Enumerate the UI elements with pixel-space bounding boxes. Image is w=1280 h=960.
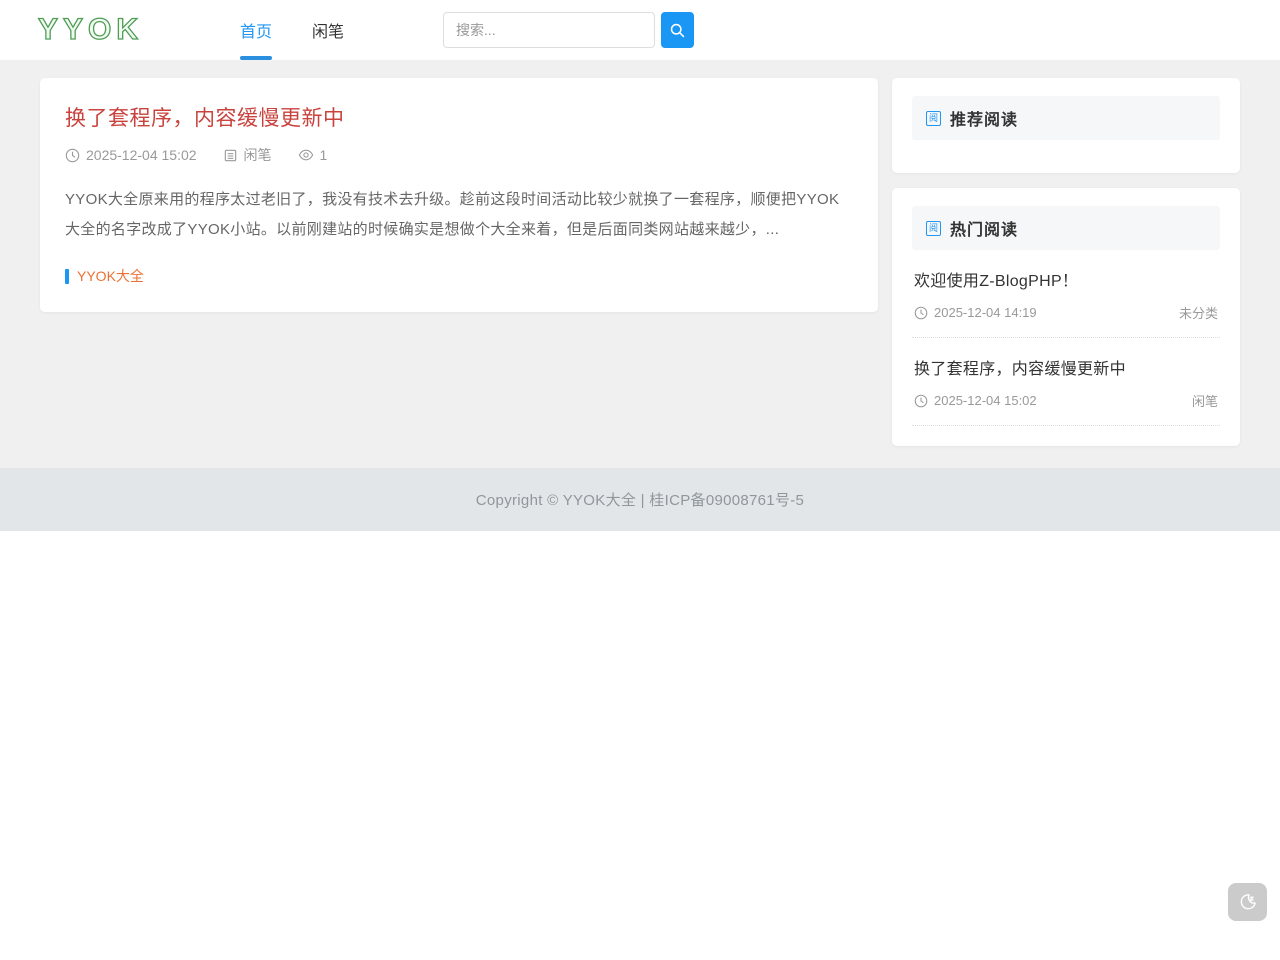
hot-item-meta: 2025-12-04 15:02 闲笔 — [914, 391, 1218, 410]
post-card: 换了套程序，内容缓慢更新中 2025-12-04 15:02 — [40, 78, 878, 312]
post-category[interactable]: 闲笔 — [244, 145, 272, 165]
search-bar — [443, 12, 694, 48]
recommended-title: 推荐阅读 — [950, 106, 1018, 130]
hot-item-date: 2025-12-04 14:19 — [934, 305, 1037, 320]
post-date: 2025-12-04 15:02 — [86, 147, 197, 163]
post-excerpt: YYOK大全原来用的程序太过老旧了，我没有技术去升级。趁前这段时间活动比较少就换… — [65, 185, 853, 245]
site-header: YYOK 首页 闲笔 — [0, 0, 1280, 60]
sidebar: 阅 推荐阅读 阅 热门阅读 欢迎使用Z-BlogPHP！ — [892, 78, 1240, 446]
post-tags: YYOK大全 — [65, 266, 853, 286]
hot-list-item[interactable]: 换了套程序，内容缓慢更新中 2025-12-04 15:02 闲笔 — [912, 338, 1220, 426]
site-logo[interactable]: YYOK — [38, 13, 143, 47]
hot-card: 阅 热门阅读 欢迎使用Z-BlogPHP！ 2025-12-04 14:19 — [892, 188, 1240, 446]
post-title[interactable]: 换了套程序，内容缓慢更新中 — [65, 102, 853, 132]
tag-bar — [65, 269, 69, 284]
hot-header: 阅 热门阅读 — [912, 206, 1220, 250]
page-body: 换了套程序，内容缓慢更新中 2025-12-04 15:02 — [0, 60, 1280, 468]
post-views: 1 — [320, 147, 328, 163]
hot-item-title[interactable]: 换了套程序，内容缓慢更新中 — [914, 355, 1218, 379]
hot-item-category[interactable]: 闲笔 — [1192, 391, 1218, 410]
main-column: 换了套程序，内容缓慢更新中 2025-12-04 15:02 — [40, 78, 878, 312]
dark-mode-toggle-button[interactable] — [1228, 883, 1267, 921]
views-icon — [298, 147, 314, 163]
recommended-header: 阅 推荐阅读 — [912, 96, 1220, 140]
post-tag-link[interactable]: YYOK大全 — [77, 266, 144, 286]
clock-icon — [914, 394, 928, 408]
hot-title: 热门阅读 — [950, 216, 1018, 240]
category-icon — [223, 148, 238, 163]
nav-item-label: 闲笔 — [312, 18, 344, 42]
hot-list-item[interactable]: 欢迎使用Z-BlogPHP！ 2025-12-04 14:19 未分类 — [912, 250, 1220, 338]
moon-sleep-icon — [1237, 891, 1259, 913]
search-input[interactable] — [443, 12, 655, 48]
search-icon — [669, 22, 686, 39]
hot-item-meta: 2025-12-04 14:19 未分类 — [914, 303, 1218, 322]
read-icon: 阅 — [926, 221, 941, 236]
hot-item-category[interactable]: 未分类 — [1179, 303, 1218, 322]
hot-item-date: 2025-12-04 15:02 — [934, 393, 1037, 408]
recommended-card: 阅 推荐阅读 — [892, 78, 1240, 173]
nav-item-label: 首页 — [240, 18, 272, 42]
copyright-text: Copyright © YYOK大全 | 桂ICP备09008761号-5 — [476, 489, 804, 510]
post-meta: 2025-12-04 15:02 闲笔 — [65, 145, 853, 165]
site-footer: Copyright © YYOK大全 | 桂ICP备09008761号-5 — [0, 468, 1280, 531]
hot-item-title[interactable]: 欢迎使用Z-BlogPHP！ — [914, 267, 1218, 291]
nav-item-notes[interactable]: 闲笔 — [312, 0, 344, 60]
main-nav: 首页 闲笔 — [240, 0, 344, 60]
search-button[interactable] — [661, 12, 694, 48]
read-icon: 阅 — [926, 111, 941, 126]
clock-icon — [65, 148, 80, 163]
nav-item-home[interactable]: 首页 — [240, 0, 272, 60]
clock-icon — [914, 306, 928, 320]
